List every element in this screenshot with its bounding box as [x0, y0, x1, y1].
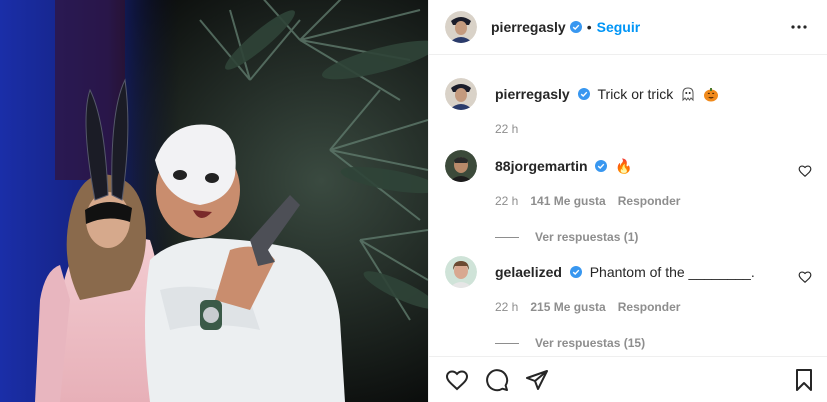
separator-dot: •	[586, 19, 592, 35]
action-bar	[429, 356, 827, 402]
more-options-button[interactable]	[787, 15, 811, 39]
like-comment-heart-icon[interactable]	[798, 270, 812, 284]
verified-badge-icon	[595, 160, 608, 172]
comment-meta: 22 h 141 Me gusta Responder	[495, 194, 812, 208]
share-button[interactable]	[525, 368, 549, 392]
avatar-image	[445, 11, 477, 43]
post-header: pierregasly • Seguir	[429, 0, 827, 55]
caption-username[interactable]: pierregasly	[495, 86, 570, 102]
follow-button[interactable]: Seguir	[597, 19, 641, 35]
comment-username[interactable]: gelaelized	[495, 264, 562, 280]
comment-likes[interactable]: 215 Me gusta	[530, 300, 605, 314]
header-username[interactable]: pierregasly	[491, 19, 566, 35]
ghost-icon	[682, 87, 694, 102]
replies-divider	[495, 342, 519, 344]
more-horizontal-icon	[791, 25, 807, 29]
save-button[interactable]	[792, 368, 816, 392]
verified-badge-icon	[569, 21, 582, 33]
like-comment-heart-icon[interactable]	[798, 164, 812, 178]
comment-text: 🔥	[615, 158, 633, 174]
view-replies-button[interactable]: Ver respuestas (15)	[495, 336, 812, 350]
avatar-image	[445, 78, 477, 110]
comment-item: 88jorgemartin 🔥 22 h 141 Me gusta Respon…	[445, 150, 812, 244]
replies-divider	[495, 236, 519, 238]
comment-time: 22 h	[495, 300, 519, 314]
view-replies-button[interactable]: Ver respuestas (1)	[495, 230, 812, 244]
jack-o-lantern-icon	[703, 88, 718, 102]
verified-badge-icon	[569, 266, 582, 278]
caption: pierregasly Trick or trick 22 h	[445, 78, 812, 136]
verified-badge-icon	[577, 88, 590, 100]
view-replies-label: Ver respuestas (15)	[535, 336, 646, 350]
like-button[interactable]	[445, 368, 469, 392]
comments-list[interactable]: pierregasly Trick or trick 22 h 88jorgem…	[429, 56, 827, 356]
avatar[interactable]	[445, 256, 477, 288]
comment-bubble-icon	[486, 368, 509, 391]
comment-username[interactable]: 88jorgemartin	[495, 158, 588, 174]
reply-button[interactable]: Responder	[618, 194, 681, 208]
avatar[interactable]	[445, 150, 477, 182]
caption-meta: 22 h	[495, 122, 812, 136]
avatar[interactable]	[445, 11, 477, 43]
avatar-image	[445, 256, 477, 288]
comment-meta: 22 h 215 Me gusta Responder	[495, 300, 812, 314]
reply-button[interactable]: Responder	[618, 300, 681, 314]
comment-body: gelaelized Phantom of the ________.	[495, 256, 812, 281]
instagram-post: pierregasly • Seguir pierregasly Trick o…	[0, 0, 827, 402]
comment-text: Phantom of the ________.	[589, 264, 755, 280]
caption-body: pierregasly Trick or trick	[495, 78, 812, 103]
post-photo[interactable]	[0, 0, 428, 402]
comment-button[interactable]	[485, 368, 509, 392]
avatar-image	[445, 150, 477, 182]
avatar[interactable]	[445, 78, 477, 110]
halloween-photo	[0, 0, 428, 402]
post-side-panel: pierregasly • Seguir pierregasly Trick o…	[428, 0, 827, 402]
heart-icon	[445, 369, 469, 390]
caption-time: 22 h	[495, 122, 519, 136]
caption-text: Trick or trick	[597, 86, 674, 102]
view-replies-label: Ver respuestas (1)	[535, 230, 639, 244]
bookmark-icon	[796, 368, 812, 391]
comment-time: 22 h	[495, 194, 519, 208]
paper-plane-icon	[526, 369, 548, 390]
comment-likes[interactable]: 141 Me gusta	[530, 194, 605, 208]
comment-item: gelaelized Phantom of the ________. 22 h…	[445, 256, 812, 350]
comment-body: 88jorgemartin 🔥	[495, 150, 812, 175]
